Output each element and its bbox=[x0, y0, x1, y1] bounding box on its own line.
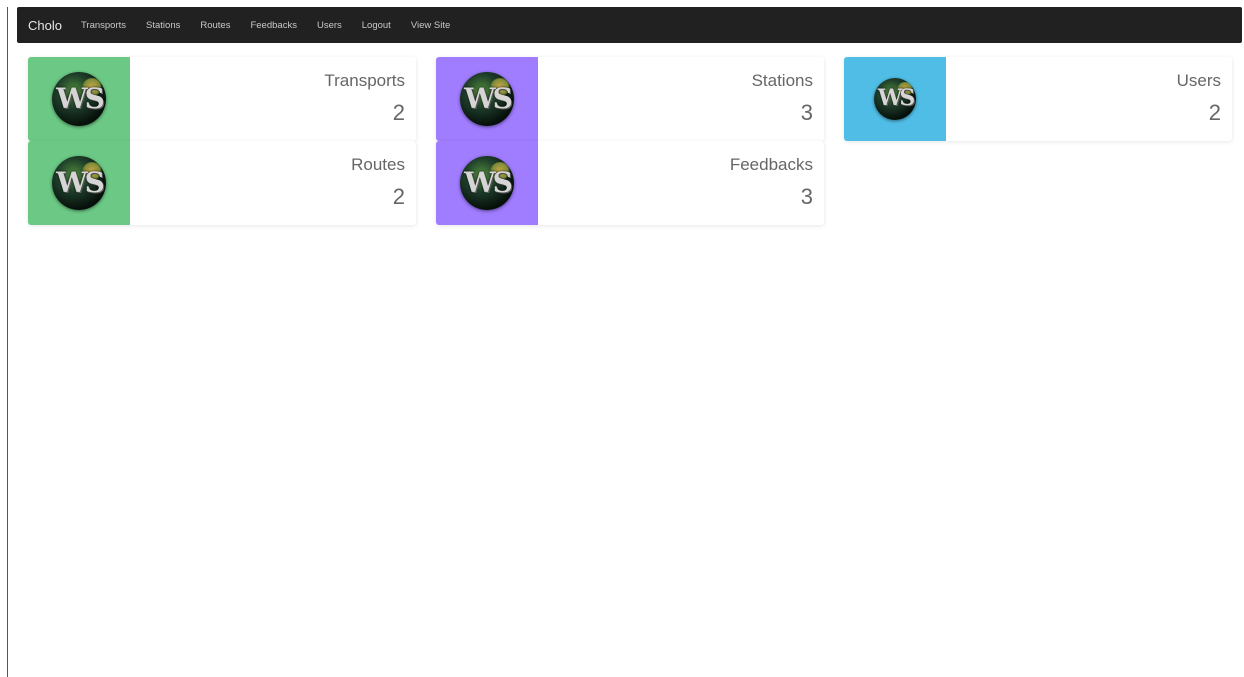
card-title: Users bbox=[1176, 71, 1221, 90]
card-icon-box: WS bbox=[436, 141, 538, 225]
card-count: 3 bbox=[800, 184, 813, 209]
page-left-border bbox=[7, 7, 8, 677]
top-navbar: Cholo Transports Stations Routes Feedbac… bbox=[17, 7, 1242, 43]
nav-link-users[interactable]: Users bbox=[317, 20, 342, 31]
card-users[interactable]: WS Users 2 bbox=[844, 57, 1232, 141]
card-count: 2 bbox=[392, 184, 405, 209]
card-count: 2 bbox=[392, 100, 405, 125]
logo-letters: WS bbox=[56, 82, 105, 115]
card-count: 3 bbox=[800, 100, 813, 125]
card-feedbacks[interactable]: WS Feedbacks 3 bbox=[436, 141, 824, 225]
nav-link-logout[interactable]: Logout bbox=[362, 20, 391, 31]
logo-letters: WS bbox=[56, 166, 105, 199]
brand-link[interactable]: Cholo bbox=[28, 18, 62, 33]
nav-link-stations[interactable]: Stations bbox=[146, 20, 180, 31]
card-routes[interactable]: WS Routes 2 bbox=[28, 141, 416, 225]
card-icon-box: WS bbox=[436, 57, 538, 141]
card-transports[interactable]: WS Transports 2 bbox=[28, 57, 416, 141]
ws-logo-icon: WS bbox=[874, 78, 916, 120]
ws-logo-icon: WS bbox=[52, 72, 106, 126]
logo-letters: WS bbox=[464, 166, 513, 199]
card-title: Feedbacks bbox=[729, 155, 813, 174]
ws-logo-icon: WS bbox=[460, 156, 514, 210]
nav-link-view-site[interactable]: View Site bbox=[411, 20, 450, 31]
card-title: Routes bbox=[351, 155, 405, 174]
nav-link-feedbacks[interactable]: Feedbacks bbox=[250, 20, 296, 31]
card-title: Stations bbox=[751, 71, 813, 90]
nav-link-routes[interactable]: Routes bbox=[200, 20, 230, 31]
card-icon-box: WS bbox=[28, 57, 130, 141]
ws-logo-icon: WS bbox=[52, 156, 106, 210]
card-stations[interactable]: WS Stations 3 bbox=[436, 57, 824, 141]
ws-logo-icon: WS bbox=[460, 72, 514, 126]
logo-letters: WS bbox=[464, 82, 513, 115]
card-count: 2 bbox=[1208, 100, 1221, 125]
card-icon-box: WS bbox=[28, 141, 130, 225]
nav-link-transports[interactable]: Transports bbox=[81, 20, 126, 31]
card-icon-box: WS bbox=[844, 57, 946, 141]
logo-letters: WS bbox=[877, 85, 916, 111]
card-title: Transports bbox=[324, 71, 405, 90]
